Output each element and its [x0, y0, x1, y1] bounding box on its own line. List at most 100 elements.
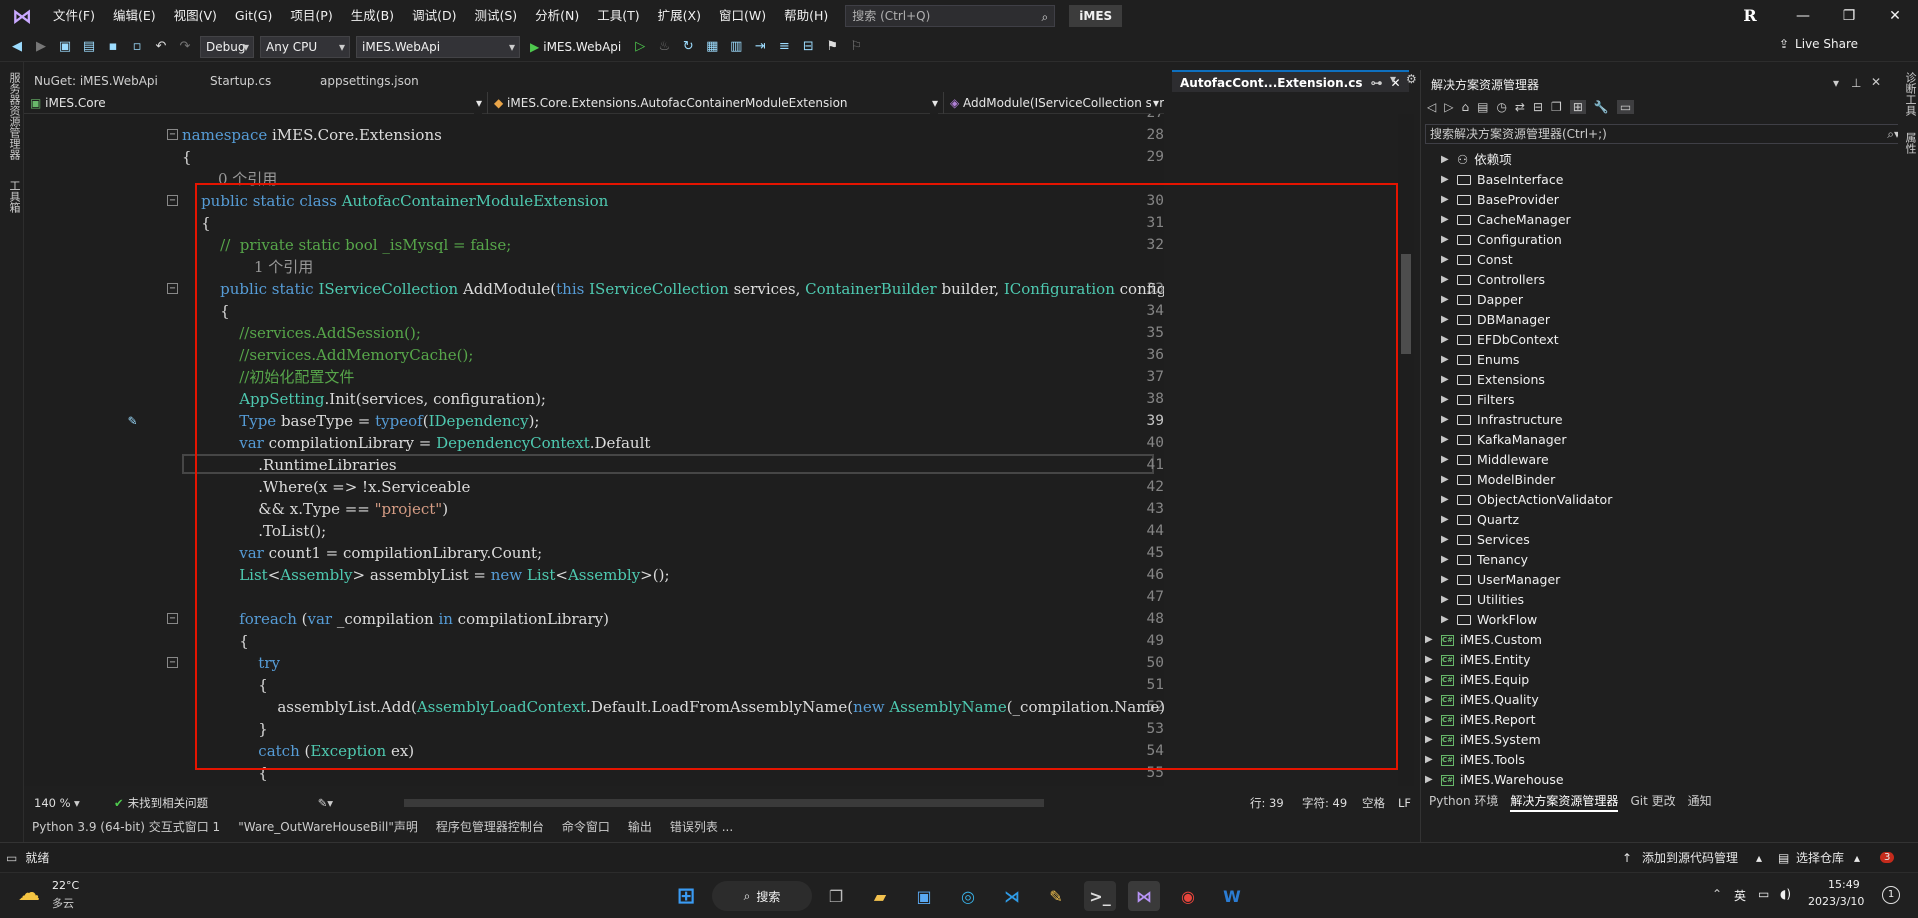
tree-item-folder[interactable]: ▶ BaseInterface — [1441, 170, 1563, 190]
visual-studio-taskbar-icon[interactable]: ⋈ — [1128, 881, 1160, 911]
tree-item-folder[interactable]: ▶ UserManager — [1441, 570, 1560, 590]
codelens-refs[interactable]: 1 个引用 — [24, 256, 1164, 278]
filter-icon[interactable]: ⊞ — [1569, 100, 1586, 114]
tab-command-window[interactable]: 命令窗口 — [562, 818, 610, 838]
expand-arrow-icon[interactable]: ▶ — [1441, 290, 1457, 310]
expand-arrow-icon[interactable]: ▶ — [1441, 490, 1457, 510]
properties-tab[interactable]: 属性 — [1902, 132, 1918, 154]
class-dropdown[interactable]: ◆ iMES.Core.Extensions.AutofacContainerM… — [488, 92, 944, 114]
select-repository-button[interactable]: 选择仓库 — [1796, 849, 1844, 866]
file-explorer-icon[interactable]: ▰ — [864, 881, 896, 911]
fold-toggle-icon[interactable]: − — [167, 613, 178, 624]
sync-icon[interactable]: ⇄ — [1515, 100, 1525, 114]
line-indicator[interactable]: 行: 39 — [1250, 795, 1284, 811]
expand-arrow-icon[interactable]: ▶ — [1441, 310, 1457, 330]
tab-python-env[interactable]: Python 环境 — [1429, 792, 1498, 812]
tree-item-folder[interactable]: ▶ Extensions — [1441, 370, 1545, 390]
expand-arrow-icon[interactable]: ▶ — [1425, 630, 1441, 650]
search-input[interactable]: 搜索 (Ctrl+Q) ⌕ — [845, 5, 1056, 27]
caret-up-icon[interactable]: ▴ — [1854, 851, 1860, 865]
menu-view[interactable]: 视图(V) — [165, 0, 226, 32]
tree-item-project[interactable]: ▶ C# iMES.Entity — [1425, 650, 1531, 670]
output-window-icon[interactable]: ▭ — [6, 851, 17, 865]
project-dropdown[interactable]: ▣ iMES.Core — [24, 92, 488, 114]
expand-arrow-icon[interactable]: ▶ — [1425, 670, 1441, 690]
expand-arrow-icon[interactable]: ▶ — [1441, 510, 1457, 530]
taskbar-search-button[interactable]: ⌕ 搜索 — [712, 881, 812, 911]
tree-item-folder[interactable]: ▶ WorkFlow — [1441, 610, 1537, 630]
expand-arrow-icon[interactable]: ▶ — [1441, 210, 1457, 230]
terminal-icon[interactable]: >_ — [1084, 881, 1116, 911]
network-icon[interactable]: ▭ — [1758, 887, 1769, 901]
open-icon[interactable]: ▤ — [80, 39, 98, 54]
editor-vertical-scrollbar[interactable] — [1398, 114, 1414, 786]
expand-arrow-icon[interactable]: ▶ — [1441, 390, 1457, 410]
start-menu-icon[interactable]: ⊞ — [670, 881, 702, 911]
tree-item-project[interactable]: ▶ C# iMES.Warehouse — [1425, 770, 1564, 790]
tray-overflow-icon[interactable]: ⌃ — [1712, 887, 1722, 901]
avatar[interactable]: R — [1740, 6, 1760, 26]
fold-toggle-icon[interactable]: − — [167, 657, 178, 668]
tab-python-interactive[interactable]: Python 3.9 (64-bit) 交互式窗口 1 — [32, 818, 220, 838]
server-explorer-tab[interactable]: 服务器资源管理器 — [6, 72, 22, 160]
expand-arrow-icon[interactable]: ▶ — [1441, 410, 1457, 430]
tree-item-dependencies[interactable]: ▶ ⚇ 依赖项 — [1441, 150, 1512, 170]
config-dropdown[interactable]: Debug — [200, 35, 254, 58]
tree-item-folder[interactable]: ▶ BaseProvider — [1441, 190, 1559, 210]
tree-item-folder[interactable]: ▶ Controllers — [1441, 270, 1545, 290]
show-all-files-icon[interactable]: ❐ — [1551, 100, 1562, 114]
tab-git-changes[interactable]: Git 更改 — [1630, 792, 1675, 812]
expand-arrow-icon[interactable]: ▶ — [1441, 190, 1457, 210]
tab-list-icon[interactable]: ▾ — [1390, 72, 1396, 86]
expand-arrow-icon[interactable]: ▶ — [1441, 230, 1457, 250]
tree-item-folder[interactable]: ▶ DBManager — [1441, 310, 1550, 330]
restore-icon[interactable]: ❐ — [1826, 0, 1872, 32]
expand-arrow-icon[interactable]: ▶ — [1441, 530, 1457, 550]
issues-indicator[interactable]: 未找到相关问题 — [128, 795, 318, 811]
menu-test[interactable]: 测试(S) — [465, 0, 526, 32]
tab-package-manager-console[interactable]: 程序包管理器控制台 — [436, 818, 544, 838]
expand-arrow-icon[interactable]: ▶ — [1441, 250, 1457, 270]
expand-arrow-icon[interactable]: ▶ — [1441, 330, 1457, 350]
expand-arrow-icon[interactable]: ▶ — [1441, 610, 1457, 630]
weather-icon[interactable]: ☁ — [18, 881, 40, 906]
tree-item-folder[interactable]: ▶ Enums — [1441, 350, 1519, 370]
switch-views-icon[interactable]: ▤ — [1477, 100, 1488, 114]
tab-appsettings[interactable]: appsettings.json — [310, 70, 450, 92]
toolbox-tab[interactable]: 工具箱 — [6, 180, 22, 213]
member-dropdown[interactable]: ◈ AddModule(IServiceCollection services,… — [944, 92, 1164, 114]
redo-icon[interactable]: ↷ — [176, 39, 194, 54]
weather-temp[interactable]: 22°C — [52, 879, 79, 892]
tab-error-list[interactable]: 错误列表 ... — [670, 818, 733, 838]
edge-icon[interactable]: ◎ — [952, 881, 984, 911]
menu-build[interactable]: 生成(B) — [342, 0, 403, 32]
whitespace-indicator[interactable]: 空格 — [1362, 795, 1385, 811]
pending-changes-icon[interactable]: ◷ — [1496, 100, 1506, 114]
tree-item-folder[interactable]: ▶ CacheManager — [1441, 210, 1571, 230]
comment-icon[interactable]: ⊟ — [799, 39, 817, 54]
clock-time[interactable]: 15:49 — [1828, 878, 1860, 891]
start-debugging-button[interactable]: ▶ iMES.WebApi — [526, 40, 625, 54]
tree-item-folder[interactable]: ▶ KafkaManager — [1441, 430, 1567, 450]
minimize-icon[interactable]: — — [1780, 0, 1826, 32]
volume-icon[interactable]: ◖) — [1780, 887, 1791, 901]
forward-icon[interactable]: ▶ — [32, 39, 50, 54]
app-icon[interactable]: ✎ — [1040, 881, 1072, 911]
cleanup-brush-icon[interactable]: ✎▾ — [318, 796, 378, 810]
scrollbar-thumb[interactable] — [1401, 254, 1411, 354]
notification-count[interactable]: 1 — [1882, 886, 1900, 904]
tree-item-folder[interactable]: ▶ Configuration — [1441, 230, 1562, 250]
tree-item-project[interactable]: ▶ C# iMES.Report — [1425, 710, 1536, 730]
save-all-icon[interactable]: ▫ — [128, 39, 146, 54]
menu-analyze[interactable]: 分析(N) — [526, 0, 588, 32]
settings-gear-icon[interactable]: ⚙ — [1406, 72, 1417, 86]
solution-search-input[interactable]: 搜索解决方案资源管理器(Ctrl+;) ⌕▾ — [1425, 124, 1909, 144]
fold-toggle-icon[interactable]: − — [167, 283, 178, 294]
store-icon[interactable]: ▣ — [908, 881, 940, 911]
expand-arrow-icon[interactable]: ▶ — [1441, 270, 1457, 290]
caret-up-icon[interactable]: ▴ — [1756, 851, 1762, 865]
expand-arrow-icon[interactable]: ▶ — [1441, 590, 1457, 610]
clock-date[interactable]: 2023/3/10 — [1808, 895, 1864, 908]
tree-item-folder[interactable]: ▶ Tenancy — [1441, 550, 1528, 570]
tree-item-project[interactable]: ▶ C# iMES.Equip — [1425, 670, 1529, 690]
